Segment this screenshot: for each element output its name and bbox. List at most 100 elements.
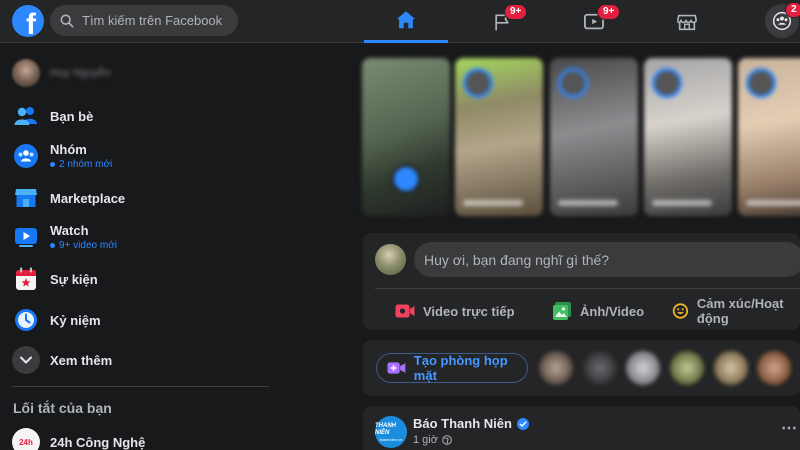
story-card[interactable] xyxy=(550,58,638,216)
shortcut-logo: 24h xyxy=(12,428,40,450)
friends-icon xyxy=(14,107,37,125)
left-sidebar: Huy Nguyễn Bạn bè Nhóm 2 nhóm mới Market… xyxy=(0,43,280,450)
feed-post: THANH NIÊN thanhnien.vn Báo Thanh Niên 1… xyxy=(363,406,800,450)
composer-divider xyxy=(375,288,800,289)
story-name-blur xyxy=(463,200,523,206)
sidebar-item-events[interactable]: Sự kiện xyxy=(8,265,272,293)
more-options-icon[interactable]: ⋯ xyxy=(781,418,798,438)
story-name-blur xyxy=(652,200,712,206)
story-name-blur xyxy=(558,200,618,206)
contact-avatar[interactable] xyxy=(714,351,748,385)
post-time-text: 1 giờ xyxy=(413,434,438,446)
tab-home[interactable] xyxy=(364,0,448,43)
sidebar-item-sub-text: 9+ video mới xyxy=(59,240,117,251)
feeling-activity-label: Cảm xúc/Hoạt động xyxy=(696,296,784,326)
new-dot-icon xyxy=(50,162,55,167)
watch-badge: 9+ xyxy=(597,4,621,20)
marketplace-icon xyxy=(15,189,37,207)
sidebar-item-see-more[interactable]: Xem thêm xyxy=(8,346,272,374)
sidebar-item-label: Watch xyxy=(50,223,89,238)
story-card[interactable] xyxy=(644,58,732,216)
create-room-button[interactable]: Tạo phòng họp mặt xyxy=(376,353,528,383)
pages-badge: 9+ xyxy=(504,4,528,20)
live-video-button[interactable]: Video trực tiếp xyxy=(395,297,515,325)
composer-input[interactable]: Huy ơi, bạn đang nghĩ gì thế? xyxy=(414,242,800,277)
create-room-label: Tạo phòng họp mặt xyxy=(413,353,508,383)
page-logo[interactable]: THANH NIÊN thanhnien.vn xyxy=(375,416,407,448)
tab-pages[interactable]: 9+ xyxy=(460,0,544,43)
facebook-logo[interactable]: f xyxy=(12,5,44,37)
create-story-card[interactable] xyxy=(362,58,450,216)
memories-clock-icon xyxy=(15,309,37,331)
sidebar-item-label: Xem thêm xyxy=(50,352,113,368)
sidebar-item-friends[interactable]: Bạn bè xyxy=(8,102,272,130)
story-avatar xyxy=(558,68,588,98)
composer-placeholder: Huy ơi, bạn đang nghĩ gì thế? xyxy=(424,251,610,268)
story-card[interactable] xyxy=(738,58,800,216)
search-placeholder: Tìm kiếm trên Facebook xyxy=(82,13,223,28)
contact-avatar[interactable] xyxy=(757,351,791,385)
search-input[interactable]: Tìm kiếm trên Facebook xyxy=(50,5,238,36)
sidebar-item-label: Marketplace xyxy=(50,190,126,206)
story-avatar xyxy=(652,68,682,98)
avatar xyxy=(12,59,40,87)
story-card[interactable] xyxy=(455,58,543,216)
shortcut-label: 24h Công Nghệ xyxy=(50,434,146,450)
contact-avatar[interactable] xyxy=(626,351,660,385)
story-name-blur xyxy=(746,200,800,206)
verified-badge-icon xyxy=(516,417,529,430)
groups-badge: 2 xyxy=(785,2,800,18)
chevron-down-icon xyxy=(20,356,32,364)
tab-watch[interactable]: 9+ xyxy=(552,0,636,43)
page-logo-title: THANH NIÊN xyxy=(375,422,396,436)
post-author[interactable]: Báo Thanh Niên xyxy=(413,416,529,431)
photo-video-button[interactable]: Ảnh/Video xyxy=(552,297,644,325)
see-more-circle xyxy=(12,346,40,374)
contact-avatar[interactable] xyxy=(583,351,617,385)
groups-button[interactable]: 2 xyxy=(765,2,800,38)
facebook-logo-letter: f xyxy=(26,8,36,38)
shortcut-item[interactable]: 24h 24h Công Nghệ xyxy=(8,428,272,450)
photo-icon xyxy=(553,302,571,320)
sidebar-item-subtitle: 2 nhóm mới xyxy=(50,159,112,170)
groups-icon xyxy=(14,144,38,168)
stories-row xyxy=(362,58,800,218)
avatar[interactable] xyxy=(375,244,406,275)
video-plus-icon xyxy=(387,362,406,374)
sidebar-item-memories[interactable]: Kỷ niệm xyxy=(8,306,272,334)
live-video-label: Video trực tiếp xyxy=(423,303,515,319)
sidebar-item-label: Sự kiện xyxy=(50,271,98,287)
sidebar-divider xyxy=(12,386,269,387)
photo-video-label: Ảnh/Video xyxy=(580,303,645,319)
page-logo-url: thanhnien.vn xyxy=(379,436,403,442)
home-icon xyxy=(396,11,416,29)
watch-icon xyxy=(15,228,37,247)
smiley-icon xyxy=(672,303,689,319)
story-avatar xyxy=(746,68,776,98)
shortcuts-title: Lối tắt của bạn xyxy=(13,400,112,416)
search-icon xyxy=(60,14,74,27)
top-navigation-bar: f Tìm kiếm trên Facebook 9+ 9+ 2 xyxy=(0,0,800,43)
sidebar-item-marketplace[interactable]: Marketplace xyxy=(8,184,272,212)
marketplace-icon xyxy=(677,14,697,30)
sidebar-item-watch[interactable]: Watch 9+ video mới xyxy=(8,223,272,251)
sidebar-item-groups[interactable]: Nhóm 2 nhóm mới xyxy=(8,142,272,170)
add-story-icon xyxy=(391,164,421,194)
contact-avatar[interactable] xyxy=(670,351,704,385)
contact-avatar[interactable] xyxy=(539,351,573,385)
profile-name: Huy Nguyễn xyxy=(50,67,111,79)
tab-marketplace[interactable] xyxy=(645,0,729,43)
sidebar-item-label: Bạn bè xyxy=(50,108,94,124)
sidebar-item-sub-text: 2 nhóm mới xyxy=(59,159,113,170)
sidebar-item-label: Kỷ niệm xyxy=(50,312,101,328)
post-author-name: Báo Thanh Niên xyxy=(413,416,512,431)
calendar-icon xyxy=(16,267,36,290)
rooms-bar: Tạo phòng họp mặt xyxy=(363,340,800,396)
post-timestamp[interactable]: 1 giờ xyxy=(413,434,452,446)
live-video-icon xyxy=(395,304,415,318)
feeling-activity-button[interactable]: Cảm xúc/Hoạt động xyxy=(672,296,800,326)
post-composer: Huy ơi, bạn đang nghĩ gì thế? Video trực… xyxy=(363,233,800,330)
sidebar-item-profile[interactable]: Huy Nguyễn xyxy=(8,59,272,87)
sidebar-item-subtitle: 9+ video mới xyxy=(50,240,117,251)
sidebar-item-label: Nhóm xyxy=(50,142,87,157)
